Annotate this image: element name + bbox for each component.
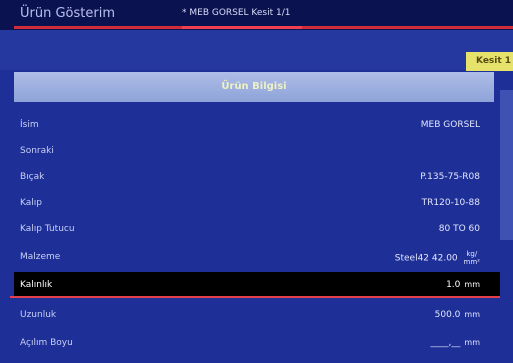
unit-numerator: kg/ (466, 250, 478, 258)
row-value: 500.0 (434, 310, 461, 320)
top-band (0, 30, 513, 70)
unit-fraction: kg/ mm² (464, 250, 480, 266)
row-value: P.135-75-R08 (420, 172, 480, 182)
panel-header: Ürün Bilgisi (14, 72, 494, 102)
row-thickness-selected[interactable]: Kalınlık 1.0 mm (14, 272, 500, 296)
window-title: Ürün Gösterim (20, 6, 115, 21)
unit-denominator: mm² (463, 258, 480, 266)
row-next[interactable]: Sonraki (14, 138, 500, 164)
row-value: 1.0 (446, 280, 461, 290)
row-label: Kalıp (20, 198, 42, 208)
row-die-holder[interactable]: Kalıp Tutucu 80 TO 60 (14, 216, 500, 242)
row-label: Açılım Boyu (20, 338, 73, 348)
product-view-screen: Ürün Gösterim * MEB GORSEL Kesit 1/1 Kes… (0, 0, 513, 363)
row-label: Uzunluk (20, 310, 57, 320)
row-value: ____,__ (430, 338, 461, 348)
row-value: 80 TO 60 (438, 224, 480, 234)
row-unit: mm (464, 338, 480, 347)
scrollbar[interactable] (500, 90, 513, 240)
row-flat-length[interactable]: Açılım Boyu ____,__ mm (14, 330, 500, 356)
row-material[interactable]: Malzeme Steel42 42.00 kg/ mm² (14, 244, 500, 270)
section-badge[interactable]: Kesit 1 (466, 52, 513, 71)
row-label: Kalınlık (20, 280, 53, 290)
row-label: Sonraki (20, 146, 54, 156)
row-name[interactable]: İsim MEB GORSEL (14, 112, 500, 138)
row-value: Steel42 42.00 (394, 253, 458, 264)
row-label: Kalıp Tutucu (20, 224, 75, 234)
row-value-wrap: ____,__ mm (431, 338, 480, 348)
row-value: TR120-10-88 (421, 198, 480, 208)
row-value-wrap: 1.0 mm (446, 280, 480, 290)
title-accent-line (182, 26, 302, 29)
row-unit: mm (464, 280, 480, 289)
row-blade[interactable]: Bıçak P.135-75-R08 (14, 164, 500, 190)
title-status-text: * MEB GORSEL Kesit 1/1 (182, 8, 291, 18)
row-length[interactable]: Uzunluk 500.0 mm (14, 302, 500, 328)
row-value-wrap: Steel42 42.00 kg/ mm² (395, 250, 480, 266)
row-label: Malzeme (20, 252, 61, 262)
row-unit: mm (464, 310, 480, 319)
title-bar: Ürün Gösterim * MEB GORSEL Kesit 1/1 (0, 0, 513, 30)
selection-underline (10, 296, 500, 298)
row-die[interactable]: Kalıp TR120-10-88 (14, 190, 500, 216)
row-value: MEB GORSEL (420, 120, 480, 130)
row-label: Bıçak (20, 172, 45, 182)
row-label: İsim (20, 120, 39, 130)
row-value-wrap: 500.0 mm (435, 310, 480, 320)
